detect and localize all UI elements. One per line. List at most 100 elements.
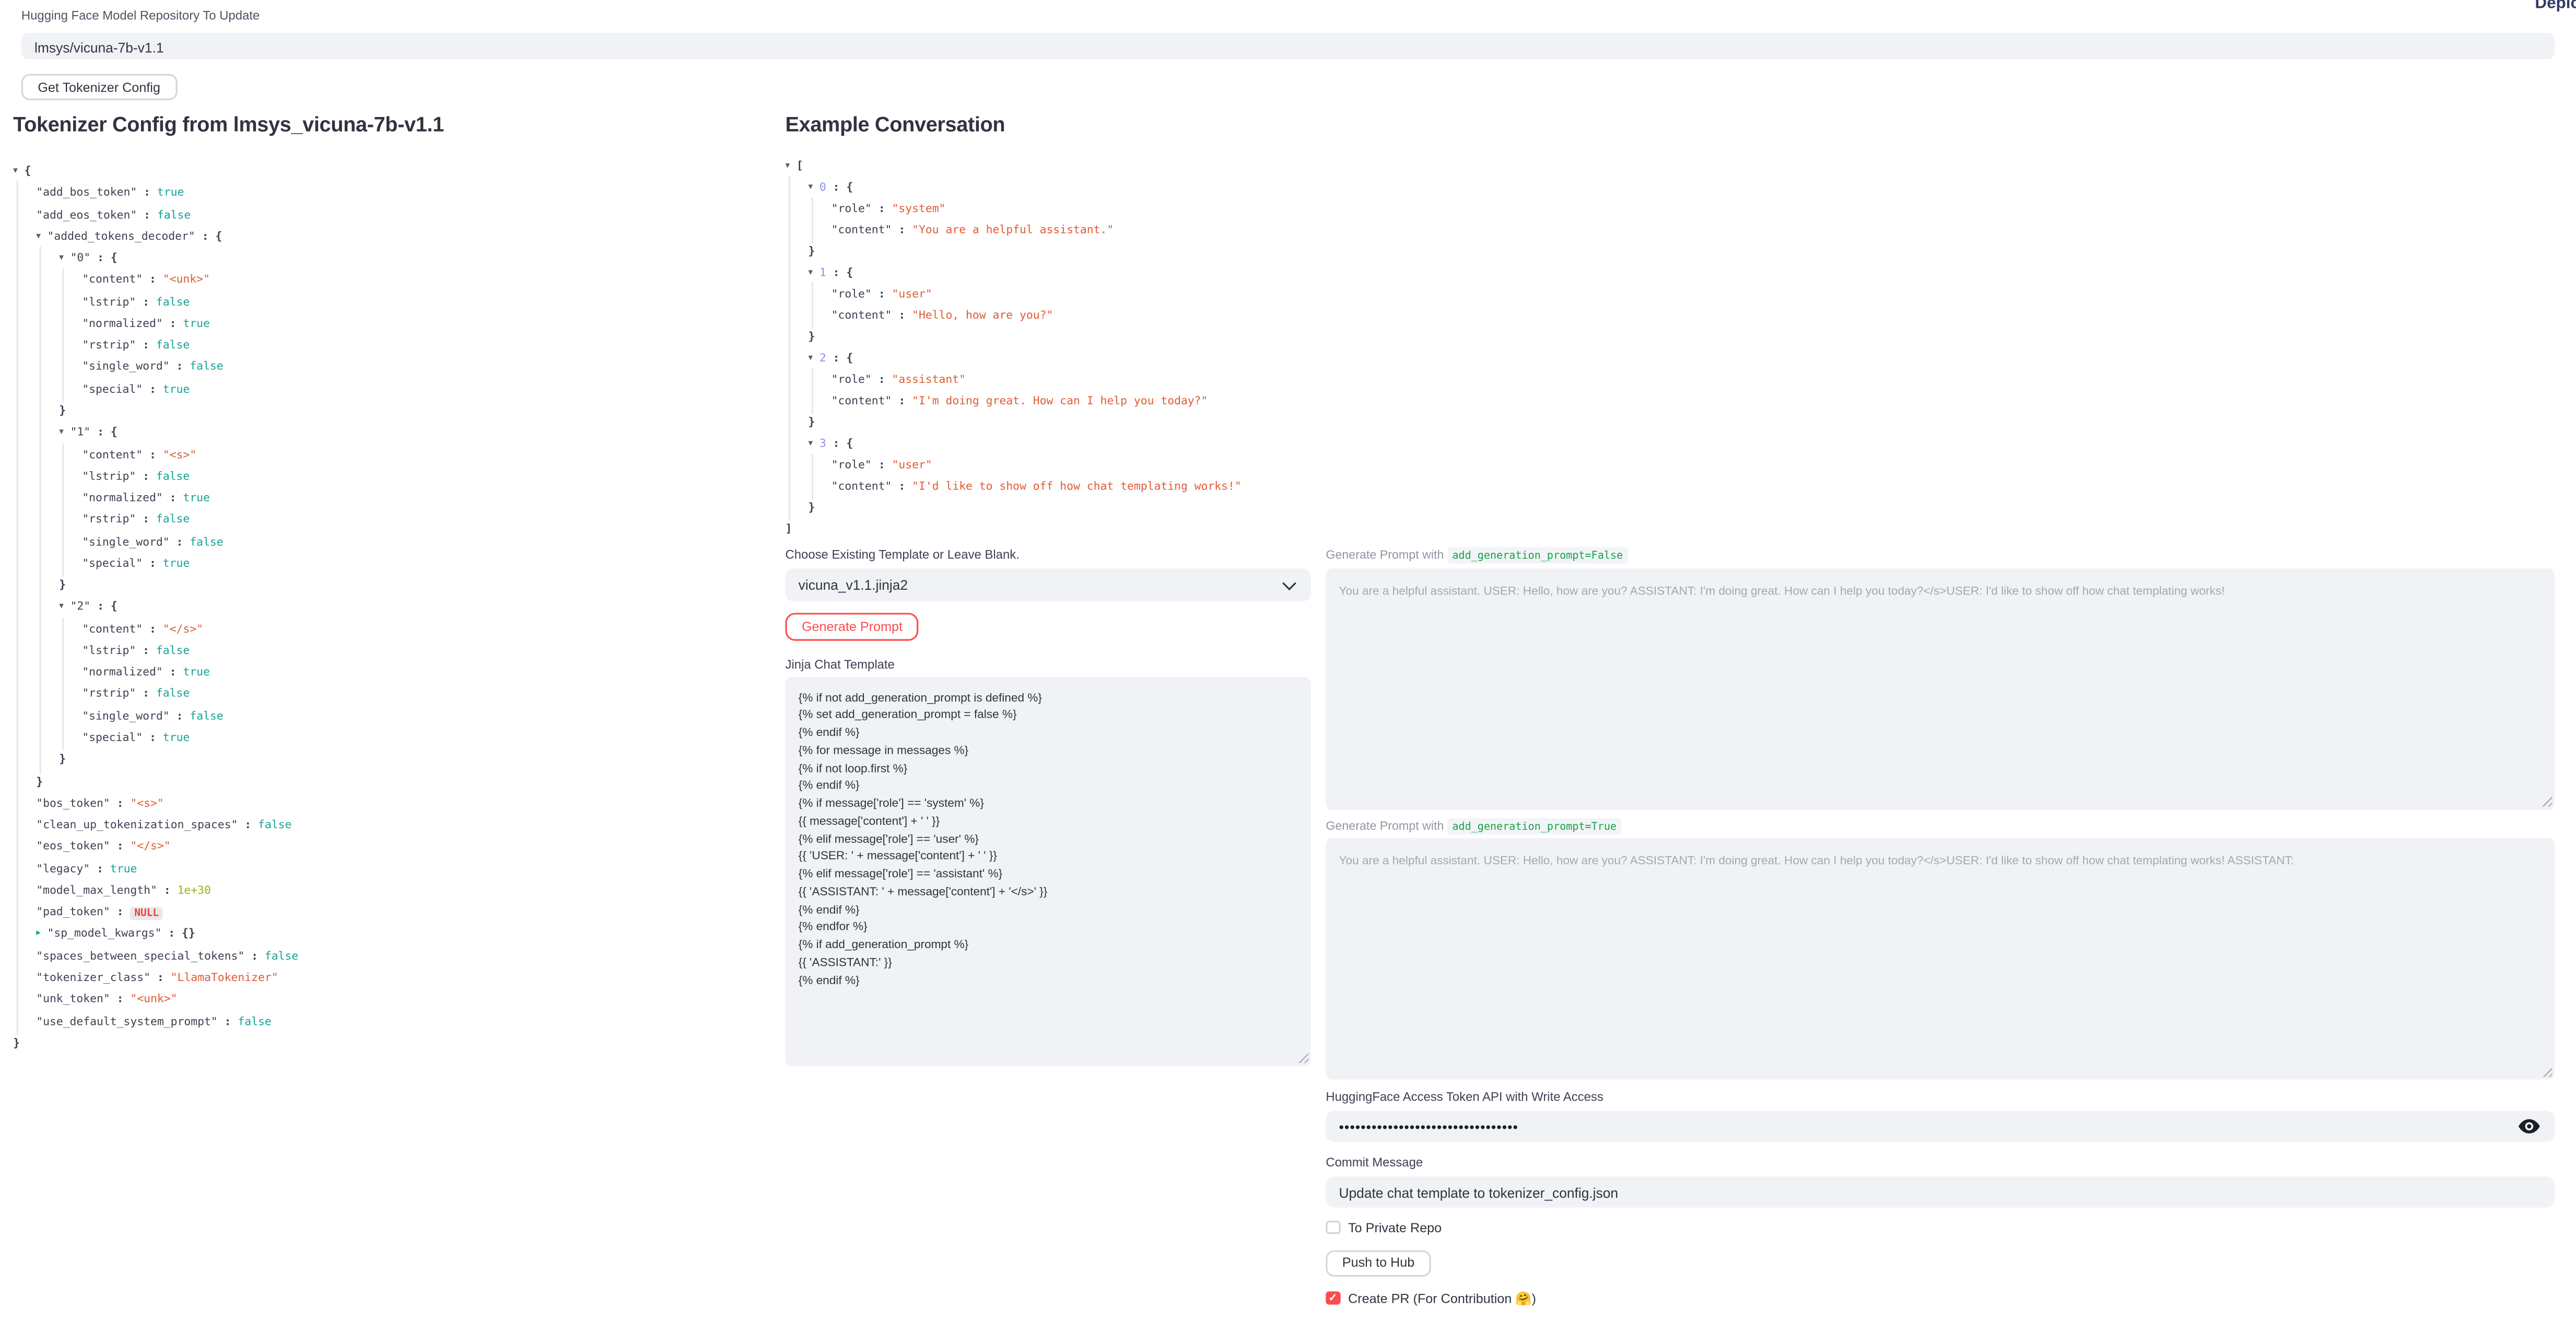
commit-message-input[interactable]: Update chat template to tokenizer_config…	[1326, 1176, 2555, 1207]
tree-token: true	[163, 557, 190, 570]
tree-token: {	[111, 251, 118, 264]
tree-token: :	[826, 266, 847, 279]
tree-token: "assistant"	[892, 373, 966, 386]
generate-prompt-true-label: Generate Prompt with add_generation_prom…	[1326, 818, 1621, 833]
tree-token: :	[136, 470, 156, 483]
tree-token: :	[110, 906, 131, 919]
tree-token: "content"	[832, 309, 892, 322]
tree-token: ]	[786, 522, 792, 535]
tree-token: {}	[182, 927, 195, 940]
app-root: Deploy Hugging Face Model Repository To …	[0, 0, 2576, 1331]
tree-row: "lstrip" : false	[82, 294, 190, 315]
tree-token: "<s>"	[130, 797, 163, 810]
tree-row: "unk_token" : "<unk>"	[36, 991, 177, 1012]
generated-prompt-false-textarea: You are a helpful assistant. USER: Hello…	[1326, 568, 2555, 809]
tree-token: "rstrip"	[82, 687, 136, 700]
tree-token: }	[59, 404, 66, 417]
tree-token: "role"	[832, 287, 872, 300]
expander-open-icon[interactable]: ▼	[59, 251, 64, 267]
resize-handle[interactable]	[2540, 795, 2552, 807]
tree-row: "content" : "I'd like to show off how ch…	[832, 478, 1242, 499]
tree-row: ▶"sp_model_kwargs" : {}	[36, 926, 195, 947]
tree-token: false	[156, 295, 190, 308]
label-prefix: Generate Prompt with	[1326, 547, 1444, 562]
tree-guide	[62, 443, 64, 577]
tree-row: }	[809, 243, 815, 265]
push-to-hub-button[interactable]: Push to Hub	[1326, 1250, 1431, 1277]
tree-token: "Hello, how are you?"	[912, 309, 1053, 322]
tree-token: "sp_model_kwargs"	[48, 927, 162, 940]
deploy-link[interactable]: Deploy	[2535, 0, 2576, 13]
tree-row: "model_max_length" : 1e+30	[36, 882, 211, 904]
tree-row: ▼"added_tokens_decoder" : {	[36, 228, 222, 250]
tree-token: "2"	[71, 600, 91, 613]
tree-token: :	[170, 360, 190, 373]
tree-token: :	[143, 731, 163, 744]
expander-open-icon[interactable]: ▼	[59, 600, 64, 616]
tree-row: "role" : "assistant"	[832, 371, 966, 393]
resize-handle[interactable]	[1297, 1052, 1308, 1063]
repo-label: Hugging Face Model Repository To Update	[21, 7, 260, 22]
tree-row: "role" : "user"	[832, 457, 932, 478]
template-select[interactable]: vicuna_v1.1.jinja2	[786, 568, 1312, 601]
expander-open-icon[interactable]: ▼	[809, 181, 813, 197]
generate-prompt-button[interactable]: Generate Prompt	[786, 613, 919, 640]
repo-input-value: lmsys/vicuna-7b-v1.1	[21, 32, 2555, 62]
tree-token: false	[238, 1014, 271, 1028]
tree-row: "lstrip" : false	[82, 643, 190, 664]
tree-row: "single_word" : false	[82, 708, 223, 729]
tree-token: :	[892, 309, 912, 322]
tree-row: "rstrip" : false	[82, 511, 190, 533]
tree-token: "special"	[82, 382, 143, 395]
true-code-chip: add_generation_prompt=True	[1447, 818, 1622, 834]
tree-row: }	[809, 329, 815, 350]
tree-token: false	[156, 470, 190, 483]
expander-open-icon[interactable]: ▼	[809, 437, 813, 453]
tree-token: :	[136, 644, 156, 657]
commit-message-value: Update chat template to tokenizer_config…	[1326, 1176, 2555, 1209]
tree-row: "single_word" : false	[82, 533, 223, 555]
jinja-template-textarea[interactable]: {% if not add_generation_prompt is defin…	[786, 676, 1312, 1065]
tree-token: false	[258, 819, 291, 832]
generated-prompt-true-textarea: You are a helpful assistant. USER: Hello…	[1326, 838, 2555, 1079]
tree-token: }	[59, 579, 66, 592]
tree-guide	[811, 283, 813, 329]
private-repo-checkbox[interactable]	[1326, 1220, 1340, 1234]
get-tokenizer-config-button[interactable]: Get Tokenizer Config	[21, 74, 177, 100]
tree-token: "clean_up_tokenization_spaces"	[36, 819, 238, 832]
repo-input[interactable]: lmsys/vicuna-7b-v1.1	[21, 32, 2555, 58]
tree-row: "rstrip" : false	[82, 686, 190, 707]
expander-open-icon[interactable]: ▼	[13, 165, 18, 181]
tree-token: :	[143, 622, 163, 635]
tree-token: "eos_token"	[36, 840, 110, 853]
tree-token: }	[809, 330, 815, 343]
tree-token: :	[163, 492, 183, 505]
tree-token: "You are a helpful assistant."	[912, 224, 1114, 237]
tree-token: {	[846, 266, 853, 279]
resize-handle[interactable]	[2540, 1066, 2552, 1077]
expander-open-icon[interactable]: ▼	[59, 426, 64, 442]
tree-token: :	[136, 295, 156, 308]
tree-guide	[811, 197, 813, 243]
tree-token: :	[143, 448, 163, 461]
example-conversation-tree: ▼[▼0 : {"role" : "system""content" : "Yo…	[772, 158, 1823, 552]
expander-open-icon[interactable]: ▼	[809, 352, 813, 368]
expander-open-icon[interactable]: ▼	[786, 159, 790, 176]
tree-token: :	[892, 394, 912, 407]
tree-row: "add_eos_token" : false	[36, 206, 191, 228]
tree-token: true	[163, 731, 190, 744]
tree-row: }	[809, 499, 815, 521]
tree-row: "role" : "system"	[832, 201, 946, 222]
tree-row: ▼0 : {	[809, 179, 853, 201]
expander-open-icon[interactable]: ▼	[809, 266, 813, 283]
tree-token: :	[826, 352, 847, 365]
tree-token: {	[111, 426, 118, 439]
tree-token: }	[809, 501, 815, 514]
eye-icon[interactable]	[2519, 1118, 2540, 1132]
access-token-input[interactable]: •••••••••••••••••••••••••••••••••	[1326, 1110, 2555, 1141]
expander-open-icon[interactable]: ▼	[36, 230, 41, 246]
create-pr-checkbox[interactable]: ✓	[1326, 1291, 1340, 1305]
tree-token: }	[36, 775, 43, 788]
expander-collapsed-icon[interactable]: ▶	[36, 927, 41, 943]
tree-token: true	[183, 317, 210, 330]
